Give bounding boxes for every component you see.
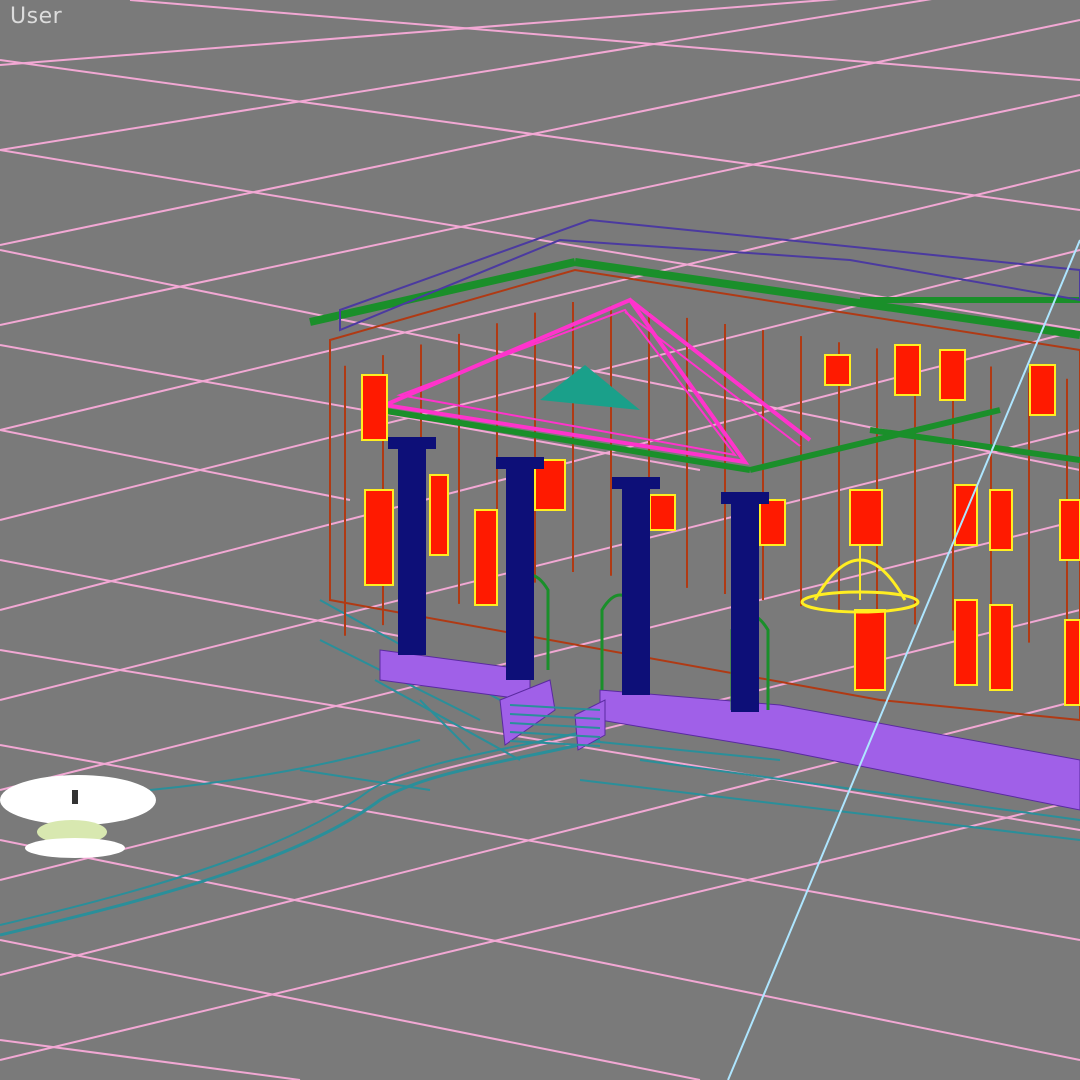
column: [506, 465, 534, 680]
grid-line: [0, 1039, 301, 1080]
tympanum: [540, 365, 640, 410]
column-capital: [612, 477, 660, 489]
grid-line: [129, 0, 1080, 81]
column: [398, 445, 426, 655]
site-line: [419, 699, 471, 751]
window: [759, 499, 786, 546]
window: [1064, 619, 1080, 706]
window: [939, 349, 966, 401]
window: [849, 489, 883, 546]
grid-line: [0, 0, 839, 66]
window: [989, 489, 1013, 551]
column: [731, 500, 759, 712]
window: [1029, 364, 1056, 416]
pediment-ridge: [628, 298, 812, 442]
window: [429, 474, 449, 556]
column-capital: [496, 457, 544, 469]
viewport-user[interactable]: User: [0, 0, 1080, 1080]
window: [474, 509, 498, 606]
grid-line: [0, 559, 421, 641]
grid-line: [0, 429, 351, 501]
viewport-label[interactable]: User: [10, 4, 62, 29]
window: [894, 344, 921, 396]
lamp-foot: [25, 838, 125, 858]
roof-outline: [339, 218, 1080, 332]
scene-canvas[interactable]: [0, 0, 1080, 1080]
column-capital: [388, 437, 436, 449]
home-grid: [0, 0, 1080, 1080]
window: [854, 609, 886, 691]
grid-line: [0, 59, 1080, 211]
column-capital: [721, 492, 769, 504]
window: [649, 494, 676, 531]
column: [622, 485, 650, 695]
grid-line: [0, 839, 1080, 1061]
portico-cornice-side: [749, 407, 1001, 473]
window: [1059, 499, 1080, 561]
window: [989, 604, 1013, 691]
lamp-mark: [72, 790, 78, 804]
window: [364, 489, 394, 586]
window: [954, 599, 978, 686]
grid-line: [0, 19, 1080, 246]
window: [824, 354, 851, 386]
window: [361, 374, 388, 441]
